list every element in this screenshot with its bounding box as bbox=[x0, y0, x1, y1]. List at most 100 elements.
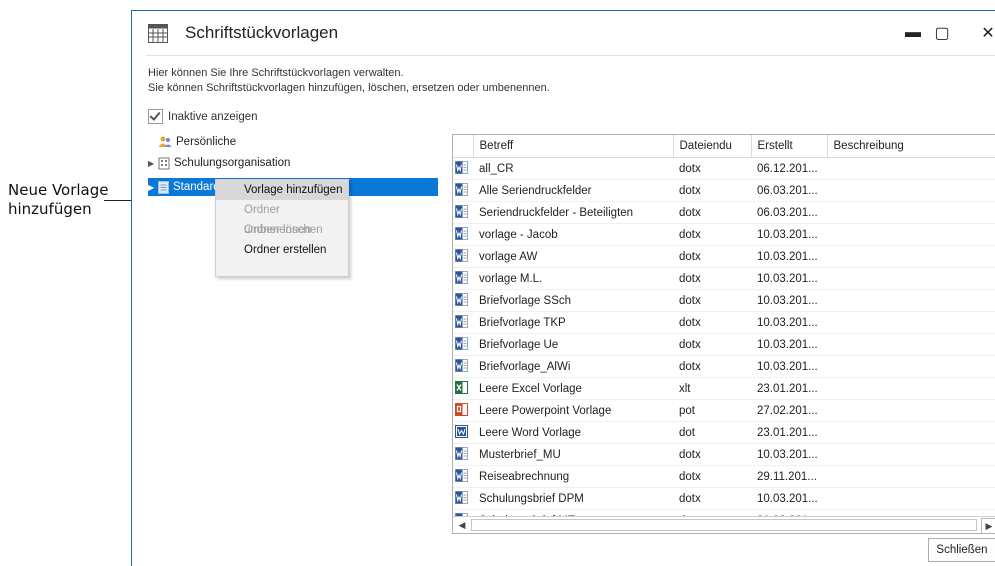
scroll-left-icon[interactable]: ◀ bbox=[455, 518, 469, 532]
description-line-1: Hier können Sie Ihre Schriftstückvorlage… bbox=[148, 67, 404, 79]
cell-betreff: Leere Excel Vorlage bbox=[473, 377, 673, 400]
cell-betreff: vorlage M.L. bbox=[473, 267, 673, 290]
menu-item-ordner-erstellen[interactable]: Ordner erstellen bbox=[216, 240, 348, 260]
title-bar: Schriftstückvorlagen ▬ ▢ ✕ bbox=[132, 11, 995, 55]
column-header-dateiendung[interactable]: Dateiendu bbox=[673, 135, 752, 158]
cell-betreff: Musterbrief_MU bbox=[473, 443, 673, 466]
table-row[interactable]: Leere Excel Vorlage xlt 23.01.201... bbox=[453, 377, 995, 400]
cell-dateiendung: dot bbox=[673, 421, 751, 444]
table-row[interactable]: all_CR dotx 06.12.201... bbox=[453, 157, 995, 180]
cell-betreff: Briefvorlage_AlWi bbox=[473, 355, 673, 378]
cell-dateiendung: xlt bbox=[673, 377, 751, 400]
table-row[interactable]: Briefvorlage_AlWi dotx 10.03.201... bbox=[453, 355, 995, 378]
maximize-button[interactable]: ▢ bbox=[931, 23, 953, 43]
tree-item-label: Persönliche bbox=[176, 136, 237, 148]
tree-item-label: Standard bbox=[173, 181, 220, 193]
column-header-icon[interactable] bbox=[453, 135, 474, 158]
table-row[interactable]: Briefvorlage Ue dotx 10.03.201... bbox=[453, 333, 995, 356]
cell-erstellt: 10.03.201... bbox=[751, 333, 827, 356]
table-row[interactable]: Schulungsbrief DPM dotx 10.03.201... bbox=[453, 487, 995, 510]
menu-item-ordner-umbenennen[interactable]: Ordner umbenennen bbox=[216, 200, 348, 236]
table-row[interactable]: vorlage AW dotx 10.03.201... bbox=[453, 245, 995, 268]
cell-beschreibung bbox=[827, 465, 995, 488]
column-header-betreff[interactable]: Betreff bbox=[473, 135, 674, 158]
table-row[interactable]: vorlage M.L. dotx 10.03.201... bbox=[453, 267, 995, 290]
users-icon bbox=[158, 136, 172, 148]
word-file-icon bbox=[453, 465, 473, 488]
tree-item-label: Schulungsorganisation bbox=[174, 157, 291, 169]
powerpoint-file-icon bbox=[453, 399, 473, 422]
minimize-button[interactable]: ▬ bbox=[902, 23, 924, 43]
schliessen-button[interactable]: Schließen bbox=[928, 538, 995, 562]
table-row[interactable]: Alle Seriendruckfelder dotx 06.03.201... bbox=[453, 179, 995, 202]
word-file-icon bbox=[453, 333, 473, 356]
show-inactive-checkbox-row[interactable]: Inaktive anzeigen bbox=[148, 109, 258, 124]
table-row[interactable]: Leere Powerpoint Vorlage pot 27.02.201... bbox=[453, 399, 995, 422]
menu-item-vorlage-hinzufuegen[interactable]: Vorlage hinzufügen bbox=[216, 180, 348, 200]
cell-beschreibung bbox=[827, 157, 995, 180]
cell-beschreibung bbox=[827, 201, 995, 224]
cell-betreff: Reiseabrechnung bbox=[473, 465, 673, 488]
table-row[interactable]: Leere Word Vorlage dot 23.01.201... bbox=[453, 421, 995, 444]
annotation-label: Neue Vorlage hinzufügen bbox=[8, 181, 109, 219]
templates-dialog: Schriftstückvorlagen ▬ ▢ ✕ Hier können S… bbox=[131, 10, 995, 566]
table-row[interactable]: Musterbrief_MU dotx 10.03.201... bbox=[453, 443, 995, 466]
word-file-icon bbox=[453, 267, 473, 290]
cell-erstellt: 23.01.201... bbox=[751, 421, 827, 444]
cell-beschreibung bbox=[827, 245, 995, 268]
cell-betreff: Briefvorlage Ue bbox=[473, 333, 673, 356]
table-row[interactable]: Seriendruckfelder - Beteiligten dotx 06.03… bbox=[453, 201, 995, 224]
cell-erstellt: 29.11.201... bbox=[751, 465, 827, 488]
cell-beschreibung bbox=[827, 377, 995, 400]
expand-arrow-icon[interactable]: ▶ bbox=[148, 159, 158, 168]
column-header-erstellt[interactable]: Erstellt bbox=[751, 135, 828, 158]
cell-betreff: Leere Word Vorlage bbox=[473, 421, 673, 444]
cell-beschreibung bbox=[827, 267, 995, 290]
cell-erstellt: 06.12.201... bbox=[751, 157, 827, 180]
cell-dateiendung: dotx bbox=[673, 465, 751, 488]
cell-beschreibung bbox=[827, 487, 995, 510]
cell-erstellt: 10.03.201... bbox=[751, 355, 827, 378]
table-row[interactable]: Briefvorlage SSch dotx 10.03.201... bbox=[453, 289, 995, 312]
word-file-icon bbox=[453, 421, 473, 444]
cell-dateiendung: dotx bbox=[673, 333, 751, 356]
close-window-button[interactable]: ✕ bbox=[977, 23, 995, 43]
title-divider bbox=[146, 55, 995, 56]
cell-dateiendung: dotx bbox=[673, 245, 751, 268]
cell-erstellt: 10.03.201... bbox=[751, 245, 827, 268]
expand-arrow-icon[interactable]: ▶ bbox=[148, 183, 158, 192]
column-header-beschreibung[interactable]: Beschreibung bbox=[827, 135, 995, 158]
cell-betreff: Leere Powerpoint Vorlage bbox=[473, 399, 673, 422]
cell-beschreibung bbox=[827, 399, 995, 422]
word-file-icon bbox=[453, 245, 473, 268]
horizontal-scrollbar[interactable]: ◀ ▶ bbox=[453, 516, 995, 533]
table-row[interactable]: Reiseabrechnung dotx 29.11.201... bbox=[453, 465, 995, 488]
templates-table: Betreff Dateiendu Erstellt Beschreibung … bbox=[452, 134, 995, 534]
table-row[interactable]: Briefvorlage TKP dotx 10.03.201... bbox=[453, 311, 995, 334]
scrollbar-thumb[interactable] bbox=[471, 519, 977, 531]
cell-dateiendung: dotx bbox=[673, 443, 751, 466]
cell-dateiendung: pot bbox=[673, 399, 751, 422]
tree-item-schulungsorganisation[interactable]: ▶ Schulungsorganisation bbox=[148, 154, 290, 172]
calendar-table-icon bbox=[148, 24, 168, 48]
cell-betreff: all_CR bbox=[473, 157, 673, 180]
menu-item-ordner-loeschen[interactable]: Ordner löschen bbox=[216, 220, 348, 240]
table-row[interactable]: vorlage - Jacob dotx 10.03.201... bbox=[453, 223, 995, 246]
show-inactive-checkbox[interactable] bbox=[148, 109, 163, 124]
cell-erstellt: 10.03.201... bbox=[751, 443, 827, 466]
cell-beschreibung bbox=[827, 355, 995, 378]
cell-dateiendung: dotx bbox=[673, 157, 751, 180]
cell-dateiendung: dotx bbox=[673, 311, 751, 334]
cell-erstellt: 27.02.201... bbox=[751, 399, 827, 422]
tree-item-persoenliche[interactable]: Persönliche bbox=[148, 133, 236, 151]
cell-erstellt: 10.03.201... bbox=[751, 311, 827, 334]
scroll-right-icon[interactable]: ▶ bbox=[981, 518, 995, 533]
word-file-icon bbox=[453, 311, 473, 334]
cell-dateiendung: dotx bbox=[673, 223, 751, 246]
annotation-line-1: Neue Vorlage bbox=[8, 181, 109, 199]
word-file-icon bbox=[453, 201, 473, 224]
cell-erstellt: 10.03.201... bbox=[751, 223, 827, 246]
cell-beschreibung bbox=[827, 421, 995, 444]
context-menu: Vorlage hinzufügen Ordner umbenennen Ord… bbox=[215, 179, 349, 277]
cell-betreff: Briefvorlage SSch bbox=[473, 289, 673, 312]
